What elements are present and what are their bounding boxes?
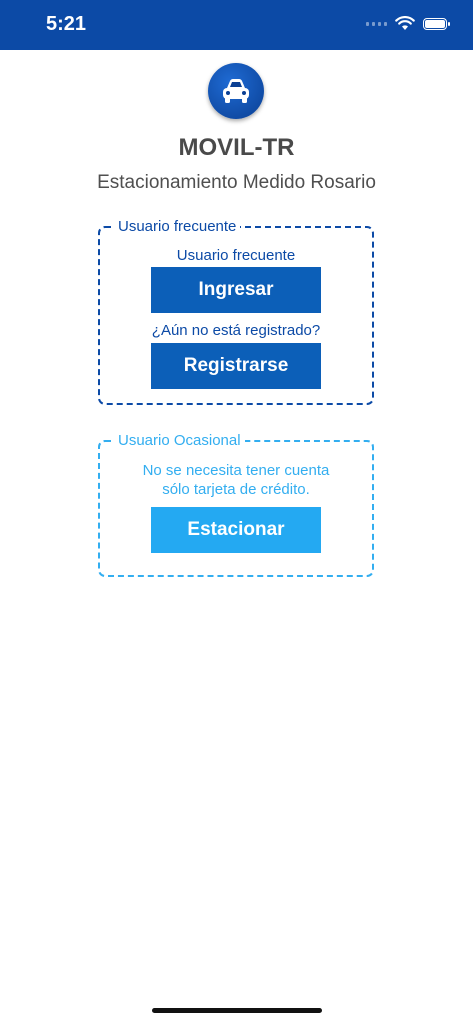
- status-bar: 5:21: [0, 0, 473, 50]
- occasional-caption-line1: No se necesita tener cuenta: [142, 462, 330, 479]
- wifi-icon: [395, 16, 415, 30]
- battery-icon: [423, 17, 450, 30]
- frequent-user-legend: Usuario frecuente: [114, 217, 241, 237]
- signal-icon: [366, 21, 387, 26]
- register-question: ¿Aún no está registrado?: [151, 322, 321, 339]
- login-button[interactable]: Ingresar: [151, 267, 321, 313]
- app-subtitle: Estacionamiento Medido Rosario: [97, 172, 376, 193]
- occasional-user-legend: Usuario Ocasional: [114, 431, 245, 451]
- app-logo: [208, 63, 264, 119]
- park-button[interactable]: Estacionar: [151, 507, 321, 553]
- car-icon: [223, 79, 249, 103]
- home-indicator[interactable]: [152, 1008, 322, 1013]
- app-title: MOVIL-TR: [178, 134, 295, 161]
- register-button[interactable]: Registrarse: [151, 343, 321, 389]
- occasional-caption-line2: sólo tarjeta de crédito.: [162, 481, 310, 498]
- status-icons: [366, 16, 450, 31]
- frequent-user-section: Usuario frecuente Usuario frecuente Ingr…: [98, 217, 374, 405]
- status-time: 5:21: [46, 13, 87, 35]
- occasional-user-section: Usuario Ocasional No se necesita tener c…: [98, 431, 374, 577]
- frequent-user-caption: Usuario frecuente: [176, 247, 296, 264]
